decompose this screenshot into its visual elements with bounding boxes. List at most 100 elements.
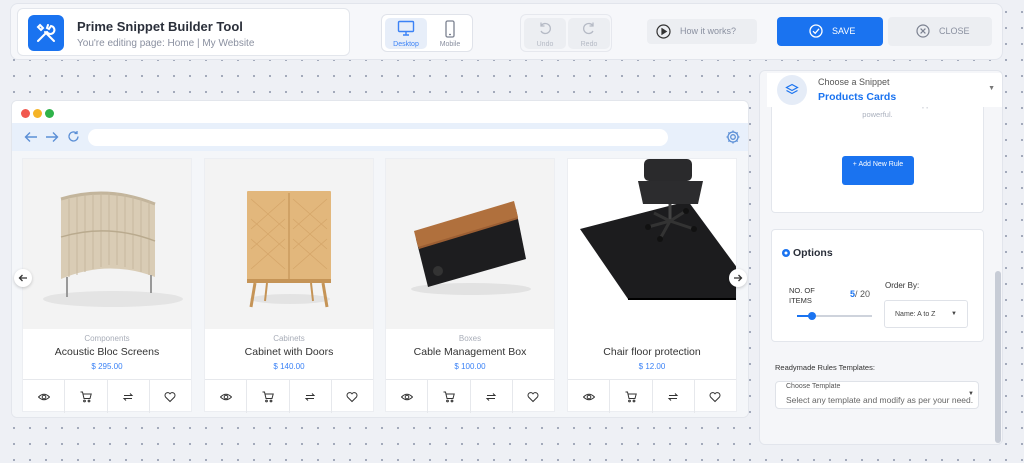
back-arrow-icon[interactable] [24,131,38,143]
browser-titlebar [12,101,748,123]
carousel-next-button[interactable] [729,269,747,287]
layers-icon [777,75,807,105]
redo-icon [583,22,594,35]
cart-icon [625,391,637,402]
compare-button[interactable] [471,380,513,413]
settings-gear-icon[interactable] [725,129,741,145]
save-label: SAVE [832,26,856,36]
arrow-left-icon [18,274,27,282]
heart-icon [164,391,176,402]
add-to-cart-button[interactable] [610,380,653,413]
card-actions [386,379,554,413]
wishlist-button[interactable] [513,380,554,413]
quick-view-button[interactable] [568,380,611,413]
window-minimize-dot [33,109,42,118]
chevron-down-icon: ▼ [988,85,995,92]
app-brand: Prime Snippet Builder Tool You're editin… [17,8,350,56]
wishlist-button[interactable] [332,380,373,413]
options-box: Options NO. OF ITEMS 5/ 20 Order By: Nam… [771,229,984,342]
compare-button[interactable] [653,380,695,413]
undo-label: Undo [536,41,554,48]
product-card[interactable]: Chair floor protection $ 12.00 [567,158,737,413]
eye-icon [400,393,413,400]
cart-icon [262,391,274,402]
product-name[interactable]: Chair floor protection [568,346,736,358]
template-select-placeholder: Select any template and modify as per yo… [786,395,974,405]
redo-label: Redo [580,41,598,48]
options-heading: Options [781,247,833,259]
how-it-works-label: How it works? [680,26,737,36]
add-to-cart-button[interactable] [65,380,108,413]
readymade-templates-label: Readymade Rules Templates: [775,363,875,372]
arrow-right-icon [734,274,743,282]
chevron-down-icon: ▼ [951,311,957,317]
product-name[interactable]: Acoustic Bloc Screens [23,346,191,358]
refresh-icon[interactable] [67,130,80,143]
eye-icon [37,393,50,400]
snippet-label: Choose a Snippet [818,77,890,87]
close-label: CLOSE [939,26,970,36]
card-actions [205,379,373,413]
mobile-view-button[interactable]: Mobile [429,18,471,49]
product-image-cable-box [386,159,554,329]
url-input[interactable] [88,129,668,146]
items-count: 5/ 20 [850,289,870,299]
window-maximize-dot [45,109,54,118]
product-price: $ 295.00 [91,362,123,371]
redo-button[interactable]: Redo [568,18,610,49]
snippet-select[interactable]: Choose a Snippet Products Cards ▼ [767,73,1002,107]
window-close-dot [21,109,30,118]
product-card[interactable]: Cabinets Cabinet with Doors $ 140.00 [204,158,374,413]
wishlist-button[interactable] [150,380,191,413]
desktop-view-button[interactable]: Desktop [385,18,427,49]
product-image-cabinet [205,159,373,329]
app-title: Prime Snippet Builder Tool [77,19,243,34]
tools-icon [28,15,64,51]
browser-nav-bar [12,123,748,151]
heart-icon [709,391,721,402]
product-name[interactable]: Cable Management Box [386,346,554,358]
items-label: NO. OF ITEMS [789,286,815,305]
quick-view-button[interactable] [205,380,248,413]
order-by-label: Order By: [885,281,920,290]
carousel-prev-button[interactable] [14,269,32,287]
compare-icon [122,392,134,401]
gear-icon [782,249,790,257]
product-card[interactable]: Boxes Cable Management Box $ 100.00 [385,158,555,413]
snippet-value: Products Cards [818,91,897,103]
product-price: $ 140.00 [273,362,305,371]
settings-panel: Please add some rules and make snippet m… [759,70,1003,445]
template-select[interactable]: Choose Template Select any template and … [775,381,979,409]
items-slider[interactable] [797,312,872,320]
save-button[interactable]: SAVE [777,17,883,46]
close-button[interactable]: CLOSE [888,17,992,46]
mobile-label: Mobile [439,41,461,48]
forward-arrow-icon[interactable] [45,131,59,143]
add-new-rule-button[interactable]: + Add New Rule [842,156,914,185]
how-it-works-button[interactable]: How it works? [647,19,757,44]
undo-button[interactable]: Undo [524,18,566,49]
product-price: $ 12.00 [638,362,666,371]
product-name[interactable]: Cabinet with Doors [205,346,373,358]
quick-view-button[interactable] [23,380,66,413]
wishlist-button[interactable] [695,380,736,413]
panel-scrollbar[interactable] [995,271,1001,443]
check-circle-icon [809,24,823,38]
compare-button[interactable] [108,380,150,413]
add-to-cart-button[interactable] [247,380,290,413]
order-by-value: Name: A to Z [895,311,936,318]
product-image-chair-mat [568,159,736,329]
quick-view-button[interactable] [386,380,429,413]
items-slider-thumb[interactable] [808,312,816,320]
eye-icon [219,393,232,400]
compare-icon [304,392,316,401]
chevron-down-icon: ▼ [968,391,974,397]
play-circle-icon [656,24,671,39]
product-category: Components [84,334,130,343]
order-by-select[interactable]: Name: A to Z ▼ [884,300,968,328]
compare-button[interactable] [290,380,332,413]
close-circle-icon [916,24,930,38]
template-select-label: Choose Template [786,383,841,390]
add-to-cart-button[interactable] [428,380,471,413]
product-card[interactable]: Components Acoustic Bloc Screens $ 295.0… [22,158,192,413]
